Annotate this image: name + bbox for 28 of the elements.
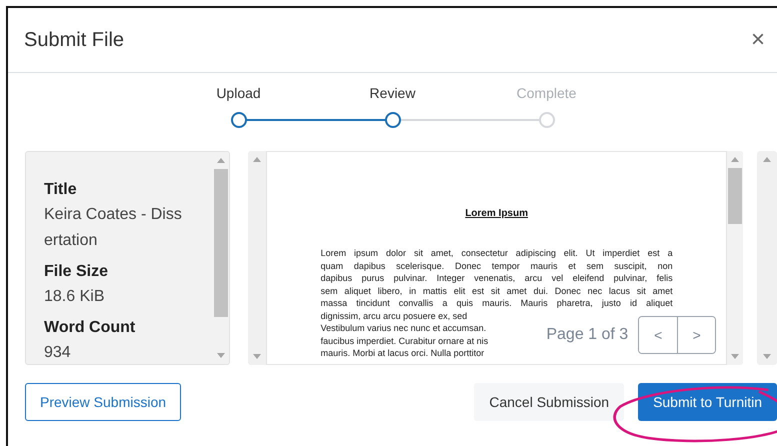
step-label: Complete <box>516 85 576 103</box>
preview-button[interactable]: Preview Submission <box>25 383 182 421</box>
scrollbar[interactable] <box>757 151 777 365</box>
dialog-title: Submit File <box>24 28 124 52</box>
submit-button[interactable]: Submit to Turnitin <box>638 383 777 421</box>
detail-label: Word Count <box>44 318 136 338</box>
document-text-line: Vestibulum varius nec nunc et accumsan. <box>320 322 486 334</box>
document-text-line: quam dapibus scelerisque. Donec tempor mauris et sem suscipit, non <box>320 260 673 272</box>
document-text-line: faucibus imperdiet. Curabitur ornare at nis <box>320 334 488 347</box>
document-text-line: Lorem ipsum dolor sit amet, consectetur adipiscing elit. Ut imperdiet est a <box>320 247 673 260</box>
detail-label: File Size <box>44 262 110 282</box>
detail-value: 18.6 KiB <box>44 287 106 307</box>
detail-value: Keira Coates - Dissertation <box>44 205 183 251</box>
cancel-button[interactable]: Cancel Submission <box>474 383 624 421</box>
close-button[interactable]: × <box>746 26 769 54</box>
scrollbar[interactable] <box>213 152 230 364</box>
document-text-line: sem aliquet libero, in mattis elit est sit amet dui. Donec nec lacus sit amet <box>320 284 673 297</box>
document-text-line: dignissim, arcu arcu posuere ex, sed <box>320 310 468 322</box>
step-label: Upload <box>216 85 261 103</box>
next-page-button[interactable]: > <box>677 317 716 353</box>
detail-label: Title <box>44 180 78 200</box>
document-text-line: mauris. Morbi at lacus orci. Nulla porttitor <box>320 347 484 360</box>
document-text-line: massa tincidunt convallis a quis mauris. Mauris pharetra, justo id aliquet <box>320 297 673 310</box>
step-label: Review <box>370 85 416 103</box>
detail-value: 934 <box>44 343 72 363</box>
document-text-line: dapibus purus pulvinar. Integer venenatis, arcu vel eleifend pulvinar, felis <box>320 272 673 284</box>
document-heading: Lorem Ipsum <box>465 208 528 219</box>
page-indicator: Page 1 of 3 <box>546 326 628 344</box>
